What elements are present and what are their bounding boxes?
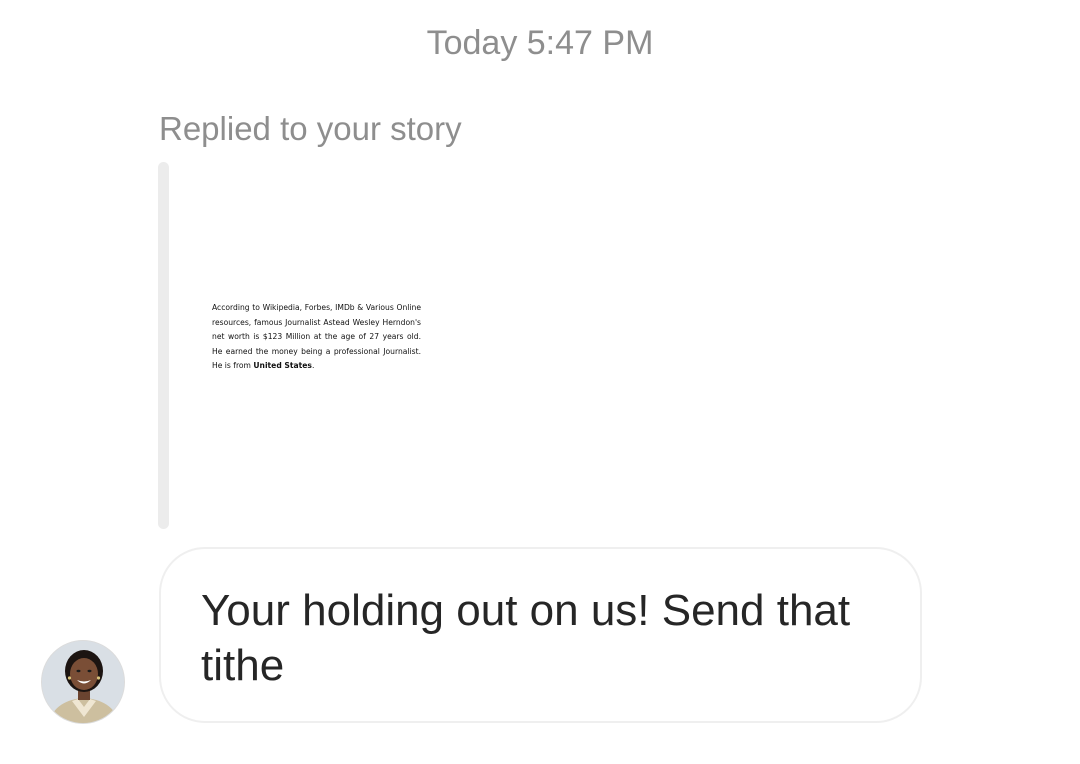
message-bubble[interactable]: Your holding out on us! Send that tithe: [159, 547, 922, 723]
story-text: According to Wikipedia, Forbes, IMDb & V…: [212, 301, 421, 374]
story-preview[interactable]: According to Wikipedia, Forbes, IMDb & V…: [180, 162, 460, 529]
message-text: Your holding out on us! Send that tithe: [201, 586, 851, 690]
story-reply-indicator-bar: [158, 162, 169, 529]
story-reply-label: Replied to your story: [159, 110, 462, 147]
story-trailing-punct: .: [311, 361, 315, 371]
story-body-text: According to Wikipedia, Forbes, IMDb & V…: [212, 303, 421, 371]
message-timestamp: Today 5:47 PM: [426, 24, 654, 62]
dm-thread: Today 5:47 PM Replied to your story Acco…: [0, 0, 1080, 764]
profile-photo-avatar-icon: [42, 641, 124, 723]
sender-avatar[interactable]: [41, 640, 125, 724]
story-country-text: United States: [253, 361, 312, 371]
